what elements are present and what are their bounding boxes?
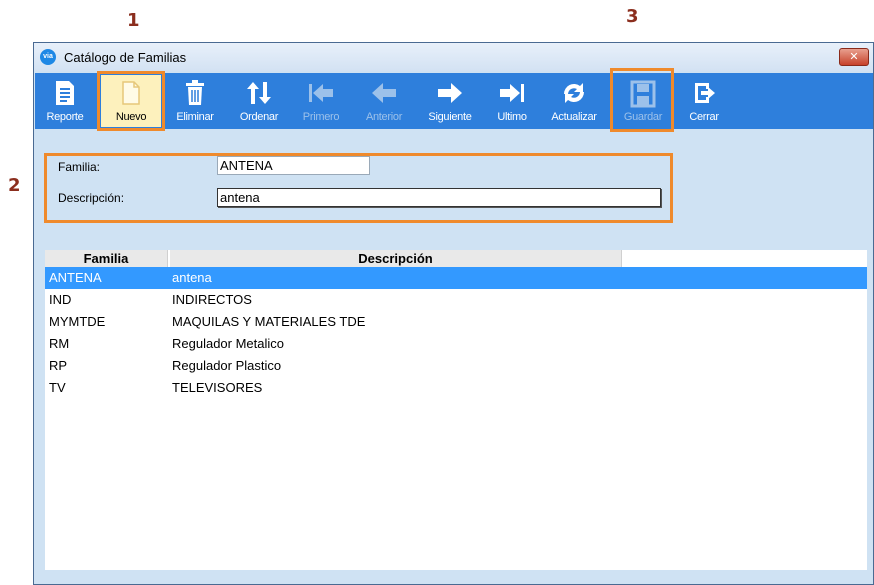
refresh-icon — [564, 83, 584, 103]
app-window: via Catálogo de Familias ✕ Reporte Nuevo — [33, 42, 874, 585]
anterior-label: Anterior — [365, 111, 403, 123]
next-arrow-icon — [438, 83, 462, 103]
cerrar-button[interactable]: Cerrar — [681, 75, 727, 127]
primero-button[interactable]: Primero — [293, 75, 349, 127]
table-row[interactable]: IND INDIRECTOS — [45, 289, 867, 311]
highlight-box-nuevo — [97, 71, 165, 131]
familia-label: Familia: — [58, 160, 101, 174]
close-window-button[interactable]: ✕ — [839, 48, 869, 66]
ordenar-label: Ordenar — [239, 111, 279, 123]
familias-table: Familia Descripción ANTENA antena IND INDIR… — [45, 250, 867, 570]
last-record-icon — [500, 84, 524, 102]
descripcion-cell: MAQUILAS Y MATERIALES TDE — [172, 314, 366, 329]
callout-number-3: 3 — [626, 6, 639, 27]
reporte-button[interactable]: Reporte — [39, 75, 91, 127]
familia-field[interactable]: ANTENA — [217, 156, 370, 175]
actualizar-button[interactable]: Actualizar — [543, 75, 605, 127]
cerrar-label: Cerrar — [689, 111, 719, 123]
reporte-label: Reporte — [46, 111, 84, 123]
descripcion-label: Descripción: — [58, 191, 125, 205]
descripcion-cell: antena — [172, 270, 212, 285]
first-record-icon — [309, 84, 333, 102]
app-logo-icon: via — [40, 49, 56, 65]
descripcion-field[interactable]: antena — [217, 188, 661, 207]
title-bar: via Catálogo de Familias ✕ — [34, 43, 873, 71]
table-header: Familia Descripción — [45, 250, 867, 267]
familia-cell: TV — [49, 380, 66, 395]
table-row[interactable]: RP Regulador Plastico — [45, 355, 867, 377]
sort-arrows-icon — [247, 82, 271, 104]
previous-arrow-icon — [372, 83, 396, 103]
ultimo-label: Ultimo — [497, 111, 527, 123]
familia-cell: IND — [49, 292, 72, 307]
window-title: Catálogo de Familias — [64, 50, 187, 65]
eliminar-button[interactable]: Eliminar — [169, 75, 221, 127]
table-row[interactable]: MYMTDE MAQUILAS Y MATERIALES TDE — [45, 311, 867, 333]
familia-cell: MYMTDE — [49, 314, 106, 329]
familia-cell: RM — [49, 336, 70, 351]
table-row[interactable]: ANTENA antena — [45, 267, 867, 289]
table-row[interactable]: TV TELEVISORES — [45, 377, 867, 399]
familia-cell: ANTENA — [49, 270, 102, 285]
ordenar-button[interactable]: Ordenar — [231, 75, 287, 127]
eliminar-label: Eliminar — [176, 111, 214, 123]
primero-label: Primero — [302, 111, 340, 123]
descripcion-cell: INDIRECTOS — [172, 292, 252, 307]
siguiente-button[interactable]: Siguiente — [419, 75, 481, 127]
familia-cell: RP — [49, 358, 68, 373]
toolbar: Reporte Nuevo Eliminar Ordenar Primero A… — [35, 68, 873, 132]
actualizar-label: Actualizar — [551, 111, 597, 123]
descripcion-cell: TELEVISORES — [172, 380, 263, 395]
column-header-familia[interactable]: Familia — [45, 250, 168, 267]
exit-icon — [695, 83, 715, 103]
callout-number-1: 1 — [127, 10, 140, 31]
descripcion-cell: Regulador Plastico — [172, 358, 282, 373]
table-row[interactable]: RM Regulador Metalico — [45, 333, 867, 355]
anterior-button[interactable]: Anterior — [355, 75, 413, 127]
column-header-descripcion[interactable]: Descripción — [170, 250, 622, 267]
highlight-box-guardar — [610, 68, 674, 132]
siguiente-label: Siguiente — [428, 111, 472, 123]
ultimo-button[interactable]: Ultimo — [487, 75, 537, 127]
callout-number-2: 2 — [8, 175, 21, 196]
descripcion-cell: Regulador Metalico — [172, 336, 285, 351]
report-icon — [56, 81, 74, 105]
trash-icon — [186, 80, 204, 105]
